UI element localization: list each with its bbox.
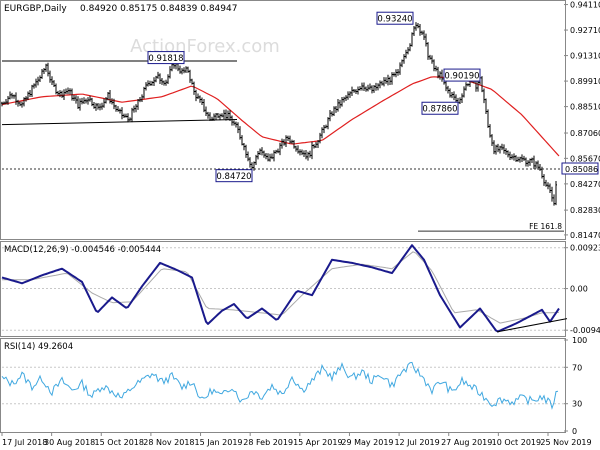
x-axis: 17 Jul 201830 Aug 2018 15 Oct 2018 28 Nov … — [1, 432, 592, 447]
rsi-label: RSI(14) 49.2604 — [4, 342, 73, 352]
rsi-axis: 100 70 30 0 — [564, 336, 587, 436]
x-tick-label: 15 Oct 2018 — [95, 438, 144, 447]
price-tick-label: 0.92710 — [570, 26, 600, 35]
rsi-panel-frame — [0, 338, 566, 433]
macd-tick-label: 0.00 — [570, 285, 588, 294]
x-tick-label: 29 May 2019 — [341, 438, 393, 447]
price-tick-label: 0.91310 — [570, 52, 600, 61]
rsi-line — [1, 361, 559, 410]
price-tick-label: 0.89910 — [570, 77, 600, 86]
rsi-tick-label: 70 — [572, 363, 582, 372]
channel-line — [1, 119, 238, 126]
price-tick-label: 0.85670 — [570, 154, 600, 163]
macd-axis: 0.009237 0.00 -0.009413 — [564, 244, 600, 335]
x-tick-label: 15 Jan 2019 — [195, 438, 243, 447]
x-tick-label: 25 Nov 2019 — [540, 438, 591, 447]
last-value-tag: 0.85086 — [565, 165, 598, 174]
price-axis: 0.94110 0.92710 0.91310 0.89910 0.88510 0.870… — [564, 1, 600, 240]
price-annotation-label: 0.91818 — [148, 54, 183, 64]
x-tick-label: 17 Jul 2018 — [2, 438, 47, 447]
rsi-tick-label: 100 — [572, 336, 587, 345]
macd-label: MACD(12,26,9) -0.004546 -0.005444 — [4, 245, 161, 255]
x-tick-label: 28 Feb 2019 — [243, 438, 293, 447]
ohlc-label: 0.84920 0.85175 0.84839 0.84947 — [80, 4, 237, 14]
x-tick-label: 12 Jul 2019 — [394, 438, 439, 447]
x-tick-label: 30 Aug 2018 — [44, 438, 95, 447]
price-panel-frame — [0, 0, 566, 240]
price-annotation-label: 0.90190 — [444, 72, 479, 82]
price-annotation-label: 0.84720 — [216, 172, 251, 182]
x-tick-label: 27 Aug 2019 — [441, 438, 492, 447]
rsi-series-line — [1, 361, 559, 410]
symbol-label: EURGBP,Daily — [4, 4, 67, 14]
price-annotation-label: 0.93240 — [377, 15, 412, 25]
x-tick-label: 10 Oct 2019 — [492, 438, 541, 447]
macd-tick-label: 0.009237 — [570, 244, 600, 253]
rsi-tick-label: 0 — [572, 427, 577, 436]
price-tick-label: 0.87060 — [570, 129, 600, 138]
price-overlays: 0.85086 FE 161.8 0.91818 0.84720 0.93240 0.90… — [1, 11, 599, 232]
x-tick-label: 15 Apr 2019 — [293, 438, 342, 447]
macd-tick-label: -0.009413 — [570, 326, 600, 335]
price-tick-label: 0.88510 — [570, 103, 600, 112]
x-tick-label: 28 Nov 2018 — [143, 438, 194, 447]
price-tick-label: 0.84270 — [570, 180, 600, 189]
price-tick-label: 0.94110 — [570, 1, 600, 10]
price-tick-label: 0.82830 — [570, 206, 600, 215]
price-tick-label: 0.81470 — [570, 231, 600, 240]
fe-label: FE 161.8 — [529, 222, 562, 231]
rsi-tick-label: 30 — [572, 400, 582, 409]
price-annotation-label: 0.87860 — [422, 105, 457, 115]
chart-canvas: ActionForex.com 0.85086FE 161.80.918180.… — [0, 0, 600, 447]
